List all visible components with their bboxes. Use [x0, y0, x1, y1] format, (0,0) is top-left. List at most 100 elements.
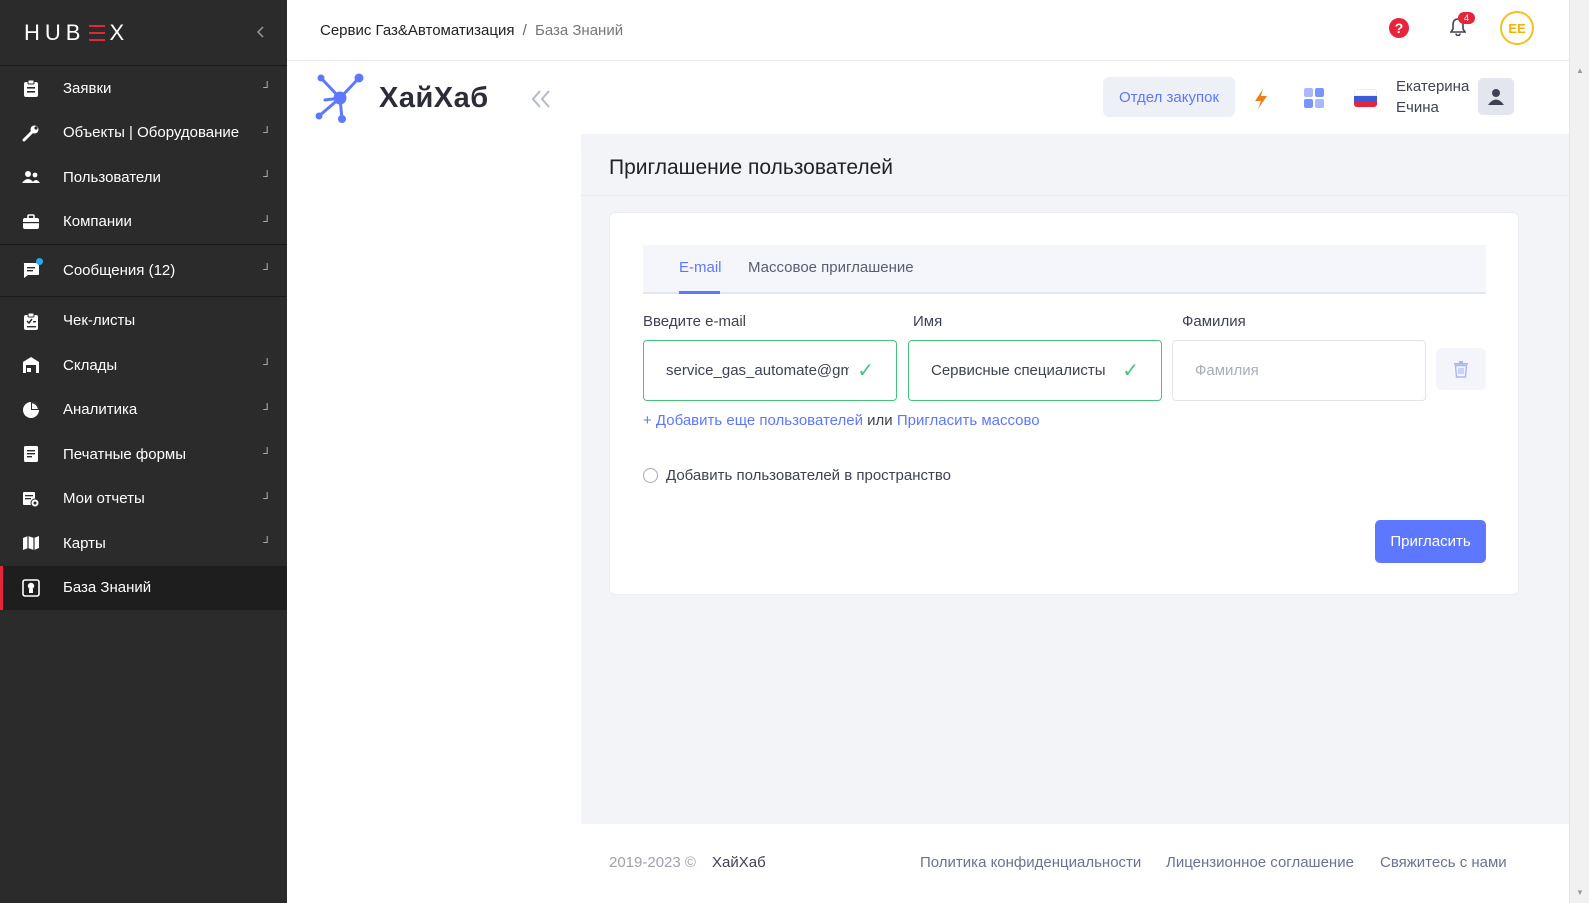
sidebar-item-objects[interactable]: Объекты | Оборудование ┘: [0, 111, 287, 156]
wrench-icon: [22, 124, 40, 142]
logo-text-right: X: [109, 19, 130, 45]
add-to-space-option[interactable]: Добавить пользователей в пространство: [643, 467, 951, 484]
sidebar-item-companies[interactable]: Компании ┘: [0, 200, 287, 245]
add-users-row: + Добавить еще пользователей или Приглас…: [643, 412, 1040, 429]
user-avatar-icon[interactable]: [1478, 78, 1514, 115]
logo-text-left: HUB: [24, 19, 86, 45]
check-icon: ✓: [857, 360, 874, 382]
sidebar-item-label: Заявки: [63, 79, 112, 97]
briefcase-icon: [22, 213, 40, 231]
scroll-up-icon[interactable]: ▲: [1576, 66, 1584, 75]
double-chevron-left-icon[interactable]: [531, 84, 551, 115]
hubex-logo[interactable]: HUB X: [24, 20, 129, 46]
sidebar-item-label: Пользователи: [63, 168, 161, 186]
surname-field-placeholder: Фамилия: [1195, 362, 1259, 379]
help-icon[interactable]: ?: [1389, 18, 1409, 38]
page-title: Приглашение пользователей: [609, 156, 894, 179]
clipboard-icon: [22, 79, 40, 98]
account-avatar[interactable]: EE: [1500, 11, 1534, 45]
checklist-icon: [22, 312, 40, 330]
pie-chart-icon: [22, 401, 40, 419]
trash-icon: [1454, 360, 1468, 378]
lightning-icon[interactable]: [1253, 88, 1269, 115]
delete-row-button[interactable]: [1436, 348, 1486, 390]
breadcrumb-separator: /: [522, 21, 527, 39]
title-divider: [581, 195, 1569, 196]
sidebar-item-label: Карты: [63, 534, 106, 552]
license-agreement-link[interactable]: Лицензионное соглашение: [1166, 854, 1354, 871]
user-name[interactable]: Екатерина Ечина: [1396, 76, 1469, 118]
hub-network-icon: [315, 73, 364, 123]
sidebar-item-messages[interactable]: Сообщения (12) ┘: [0, 248, 287, 293]
logo-e-mark-icon: [89, 24, 106, 41]
users-icon: [22, 168, 40, 186]
inner-sidebar: ХайХаб: [287, 62, 581, 903]
sidebar-item-label: Мои отчеты: [63, 490, 145, 508]
corner-arrow-icon: ┘: [263, 492, 271, 505]
department-button[interactable]: Отдел закупок: [1103, 77, 1235, 117]
corner-arrow-icon: ┘: [263, 215, 271, 228]
breadcrumb-root[interactable]: Сервис Газ&Автоматизация: [320, 22, 514, 39]
email-field[interactable]: service_gas_automate@gmai ✓: [643, 340, 897, 401]
russian-flag-icon[interactable]: [1354, 89, 1377, 107]
corner-arrow-icon: ┘: [263, 126, 271, 139]
sidebar-collapse-icon[interactable]: [256, 25, 265, 41]
email-field-value: service_gas_automate@gmai: [666, 362, 850, 379]
sidebar-item-knowledge-base[interactable]: База Знаний: [0, 565, 287, 610]
sidebar-item-maps[interactable]: Карты ┘: [0, 521, 287, 566]
footer-brand[interactable]: ХайХаб: [712, 854, 766, 871]
invite-card: E-mail Массовое приглашение Введите e-ma…: [609, 212, 1519, 595]
name-field[interactable]: Сервисные специалисты ✓: [908, 340, 1162, 401]
hihub-logo-text: ХайХаб: [379, 81, 489, 114]
top-bar: Сервис Газ&Автоматизация / База Знаний ?…: [287, 0, 1569, 61]
sidebar-item-users[interactable]: Пользователи ┘: [0, 155, 287, 200]
knowledge-icon: [22, 578, 40, 597]
name-label: Имя: [913, 313, 943, 330]
sidebar-item-label: Чек-листы: [63, 312, 136, 330]
main-sidebar: HUB X Заявки ┘ Объекты | Оборудование ┘: [0, 0, 287, 903]
sidebar-group-tools: Чек-листы Склады ┘ Аналитика ┘ Печатные …: [0, 297, 287, 610]
sidebar-item-warehouses[interactable]: Склады ┘: [0, 343, 287, 388]
warehouse-icon: [22, 356, 40, 374]
apps-grid-icon[interactable]: [1304, 88, 1324, 108]
sidebar-item-checklists[interactable]: Чек-листы: [0, 299, 287, 344]
mass-invite-link[interactable]: Пригласить массово: [897, 412, 1040, 429]
sidebar-item-requests[interactable]: Заявки ┘: [0, 66, 287, 111]
breadcrumb: Сервис Газ&Автоматизация / База Знаний: [320, 22, 623, 39]
invite-tabs: E-mail Массовое приглашение: [643, 245, 1486, 294]
privacy-policy-link[interactable]: Политика конфиденциальности: [920, 854, 1141, 871]
content-header: Отдел закупок Екатерина Ечина: [581, 62, 1569, 134]
scroll-down-icon[interactable]: ▼: [1576, 888, 1584, 897]
corner-arrow-icon: ┘: [263, 403, 271, 416]
main-content: Отдел закупок Екатерина Ечина Приглашени…: [581, 62, 1569, 903]
corner-arrow-icon: ┘: [263, 537, 271, 550]
sidebar-item-label: Аналитика: [63, 401, 138, 419]
corner-arrow-icon: ┘: [263, 82, 271, 95]
surname-field[interactable]: Фамилия: [1172, 340, 1426, 401]
add-more-users-link[interactable]: + Добавить еще пользователей: [643, 412, 863, 429]
tab-email[interactable]: E-mail: [679, 259, 722, 276]
add-to-space-checkbox[interactable]: [643, 468, 658, 483]
page-scrollbar[interactable]: ▲ ▼: [1569, 0, 1589, 903]
sidebar-item-analytics[interactable]: Аналитика ┘: [0, 388, 287, 433]
hihub-logo[interactable]: ХайХаб: [315, 72, 489, 124]
sidebar-item-my-reports[interactable]: Мои отчеты ┘: [0, 477, 287, 522]
report-icon: [22, 490, 40, 508]
unread-dot: [36, 258, 43, 266]
add-to-space-label: Добавить пользователей в пространство: [666, 467, 952, 484]
notifications-button[interactable]: 4: [1449, 12, 1476, 38]
breadcrumb-current: База Знаний: [534, 21, 624, 39]
sidebar-item-print-forms[interactable]: Печатные формы ┘: [0, 432, 287, 477]
contact-us-link[interactable]: Свяжитесь с нами: [1380, 854, 1507, 871]
or-text: или: [867, 412, 893, 429]
sidebar-item-label: Печатные формы: [63, 445, 187, 463]
tab-mass-invite[interactable]: Массовое приглашение: [748, 259, 914, 276]
corner-arrow-icon: ┘: [263, 171, 271, 184]
document-icon: [22, 445, 40, 463]
footer-copyright: 2019-2023 ©: [609, 854, 696, 871]
invite-button[interactable]: Пригласить: [1375, 520, 1486, 563]
surname-label: Фамилия: [1182, 313, 1246, 330]
sidebar-item-label: Сообщения (12): [63, 261, 176, 279]
sidebar-header: HUB X: [0, 0, 287, 66]
sidebar-item-label: База Знаний: [63, 579, 152, 597]
